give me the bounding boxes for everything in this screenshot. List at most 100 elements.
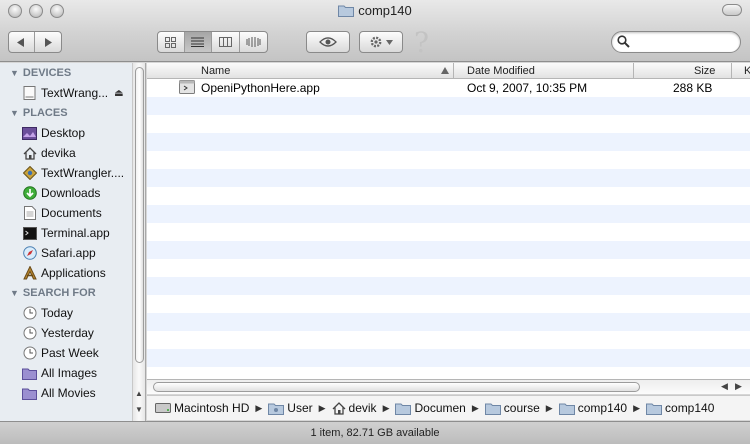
path-item-label: Macintosh HD <box>174 401 250 415</box>
path-item-course[interactable]: course <box>484 401 540 415</box>
view-mode-control <box>157 31 268 53</box>
empty-row <box>147 367 750 379</box>
titlebar: comp140 ? <box>0 0 750 62</box>
sidebar-item-terminal[interactable]: Terminal.app <box>0 223 145 243</box>
view-icon-button[interactable] <box>158 32 185 52</box>
sidebar-section-devices[interactable]: ▼ DEVICES <box>0 63 145 83</box>
finder-window: comp140 ? ▼ DEVICES TextWrang... ⏏ ▼ PLA… <box>0 0 750 444</box>
sidebar-section-search-for[interactable]: ▼ SEARCH FOR <box>0 283 145 303</box>
horizontal-scrollbar[interactable]: ◀ ▶ <box>147 379 750 394</box>
empty-row <box>147 259 750 277</box>
path-item-comp140-current[interactable]: comp140 <box>646 401 714 415</box>
file-name: OpeniPythonHere.app <box>201 81 320 95</box>
forward-button[interactable] <box>35 32 61 52</box>
sidebar-item-label: All Images <box>41 366 98 380</box>
back-button[interactable] <box>9 32 35 52</box>
scroll-left-icon[interactable]: ◀ <box>721 381 728 392</box>
table-row[interactable]: OpeniPythonHere.app Oct 9, 2007, 10:35 P… <box>147 79 750 97</box>
column-kind[interactable]: K <box>744 64 750 78</box>
sidebar-scroll-thumb[interactable] <box>135 67 144 363</box>
folder-icon <box>395 402 412 415</box>
sidebar-item-all-images[interactable]: All Images <box>0 363 145 383</box>
path-item-macintosh-hd[interactable]: Macintosh HD <box>155 401 249 415</box>
sidebar-item-safari[interactable]: Safari.app <box>0 243 145 263</box>
sidebar-item-documents[interactable]: Documents <box>0 203 145 223</box>
path-item-users[interactable]: User <box>268 401 313 415</box>
section-label: PLACES <box>22 107 68 119</box>
path-separator-icon: ▶ <box>545 402 553 413</box>
empty-row <box>147 295 750 313</box>
scroll-down-icon[interactable]: ▼ <box>135 405 143 414</box>
sidebar-item-past-week[interactable]: Past Week <box>0 343 145 363</box>
folder-icon <box>646 402 663 415</box>
path-item-comp140-parent[interactable]: comp140 <box>558 401 628 415</box>
sidebar-scrollbar[interactable]: ▲ ▼ <box>132 63 145 421</box>
sidebar-section-places[interactable]: ▼ PLACES <box>0 103 145 123</box>
sidebar-item-home[interactable]: devika <box>0 143 145 163</box>
sidebar-item-today[interactable]: Today <box>0 303 145 323</box>
sidebar-item-applications[interactable]: Applications <box>0 263 145 283</box>
disclosure-triangle-icon[interactable]: ▼ <box>10 288 19 298</box>
empty-row <box>147 115 750 133</box>
sidebar-item-textwrangler-disk[interactable]: TextWrang... ⏏ <box>0 83 145 103</box>
nav-buttons <box>8 31 62 53</box>
quick-look-button[interactable] <box>306 31 350 53</box>
help-icon[interactable]: ? <box>414 26 429 59</box>
quick-look-inner <box>307 32 349 52</box>
path-separator-icon: ▶ <box>633 402 641 413</box>
coverflow-view-icon <box>246 37 261 47</box>
folder-icon <box>268 402 285 415</box>
column-separator[interactable] <box>453 63 454 79</box>
section-label: SEARCH FOR <box>22 287 96 299</box>
empty-row <box>147 97 750 115</box>
path-item-label: comp140 <box>665 401 715 415</box>
disclosure-triangle-icon[interactable]: ▼ <box>10 108 19 118</box>
path-item-label: comp140 <box>577 401 628 415</box>
application-icon <box>179 80 195 97</box>
action-menu-button[interactable] <box>359 31 403 53</box>
sidebar: ▼ DEVICES TextWrang... ⏏ ▼ PLACES Desktop … <box>0 63 146 421</box>
column-separator[interactable] <box>731 63 732 79</box>
sidebar-item-label: devika <box>41 146 76 160</box>
sidebar-item-textwrangler[interactable]: TextWrangler.... <box>0 163 145 183</box>
empty-row <box>147 133 750 151</box>
sidebar-item-label: Yesterday <box>41 326 94 340</box>
file-list: Name Date Modified Size K OpeniPythonHer… <box>147 63 750 379</box>
status-text: 1 item, 82.71 GB available <box>310 427 440 439</box>
disk-image-icon <box>22 86 37 101</box>
view-coverflow-button[interactable] <box>240 32 267 52</box>
path-item-label: course <box>503 401 540 415</box>
column-date-modified[interactable]: Date Modified <box>467 64 535 78</box>
column-view-icon <box>218 37 232 47</box>
path-item-home[interactable]: devik <box>332 401 377 415</box>
horizontal-scroll-thumb[interactable] <box>153 382 640 392</box>
window-title-text: comp140 <box>358 3 412 18</box>
window-title: comp140 <box>0 3 750 20</box>
search-field[interactable] <box>611 31 741 53</box>
sidebar-item-yesterday[interactable]: Yesterday <box>0 323 145 343</box>
sidebar-item-all-movies[interactable]: All Movies <box>0 383 145 403</box>
terminal-icon <box>22 226 37 241</box>
search-input[interactable] <box>634 35 734 49</box>
scroll-up-icon[interactable]: ▲ <box>135 389 143 398</box>
scroll-right-icon[interactable]: ▶ <box>735 381 742 392</box>
eye-icon <box>319 37 337 47</box>
column-name[interactable]: Name <box>201 64 230 78</box>
column-separator[interactable] <box>633 63 634 79</box>
eject-icon[interactable]: ⏏ <box>114 88 123 99</box>
sidebar-item-downloads[interactable]: Downloads <box>0 183 145 203</box>
sidebar-item-desktop[interactable]: Desktop <box>0 123 145 143</box>
empty-row <box>147 331 750 349</box>
home-icon <box>22 146 37 161</box>
column-size[interactable]: Size <box>694 64 715 78</box>
icon-view-icon <box>165 36 177 48</box>
path-item-documents[interactable]: Documen <box>395 401 466 415</box>
gear-icon <box>370 36 382 48</box>
back-arrow-icon <box>17 37 25 47</box>
view-list-button[interactable] <box>184 32 213 52</box>
path-separator-icon: ▶ <box>471 402 479 413</box>
view-column-button[interactable] <box>212 32 240 52</box>
documents-icon <box>22 206 37 221</box>
disclosure-triangle-icon[interactable]: ▼ <box>10 68 19 78</box>
empty-row <box>147 151 750 169</box>
